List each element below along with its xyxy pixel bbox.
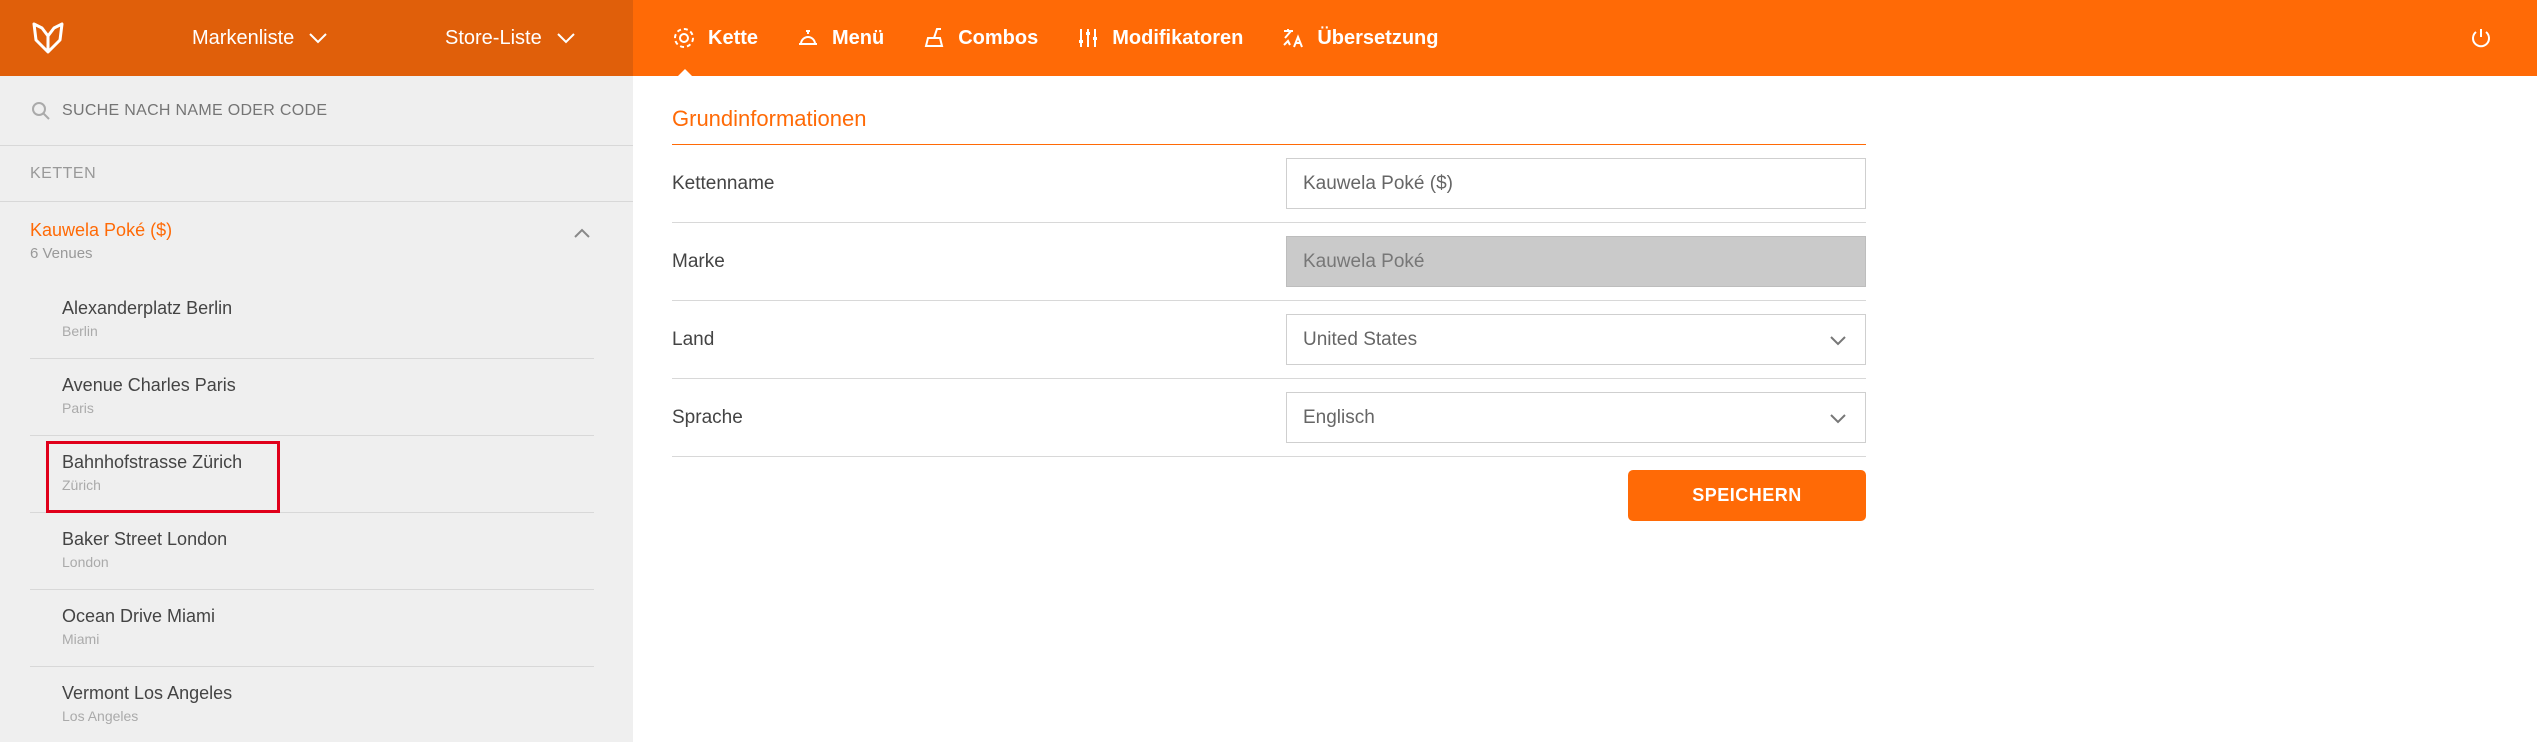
venue-list: Alexanderplatz Berlin Berlin Avenue Char… [0,282,633,742]
nav-item-kette[interactable]: Kette [672,0,758,76]
brand-list-dropdown[interactable]: Markenliste [192,0,328,76]
venue-name: Avenue Charles Paris [62,375,236,395]
venue-item[interactable]: Baker Street London London [30,513,594,590]
country-select[interactable]: United States [1286,314,1866,365]
nav-item-label: Kette [708,26,759,49]
power-icon[interactable] [2469,26,2493,50]
gear-icon [674,28,694,48]
brand-input: Kauwela Poké [1286,236,1866,287]
venue-name: Alexanderplatz Berlin [62,298,233,318]
venue-name: Vermont Los Angeles [62,683,233,703]
store-list-dropdown[interactable]: Store-Liste [445,0,576,76]
nav-item-label: Combos [958,26,1039,49]
nav-item-menu[interactable]: Menü [796,0,884,76]
save-button[interactable]: SPEICHERN [1628,470,1866,521]
language-value: Englisch [1303,406,1375,428]
logo-icon[interactable] [30,20,66,56]
chevron-down-icon [1830,336,1846,346]
nav-item-combos[interactable]: Combos [922,0,1038,76]
form-actions: SPEICHERN [672,470,1866,521]
chevron-down-icon [557,33,575,44]
brand-label: Marke [672,250,725,272]
chain-name-label: Kettenname [672,172,775,194]
form-row-brand: Marke Kauwela Poké [672,223,1866,301]
translate-icon [1283,29,1304,48]
main-nav: Kette Menü Combos Modifikatoren Übersetz… [672,0,1476,76]
chain-name-input[interactable]: Kauwela Poké ($) [1286,158,1866,209]
search-icon [32,101,50,120]
form-row-chain-name: Kettenname Kauwela Poké ($) [672,145,1866,223]
search-bar [0,76,633,146]
venue-item[interactable]: Ocean Drive Miami Miami [30,590,594,667]
chain-name-value: Kauwela Poké ($) [1303,172,1453,194]
cloche-icon [799,30,818,45]
chains-section-label: KETTEN [0,146,633,202]
chain-venue-count: 6 Venues [30,245,93,262]
section-title: Grundinformationen [672,106,1866,145]
sidebar: KETTEN Kauwela Poké ($) 6 Venues Alexand… [0,76,633,742]
nav-item-label: Modifikatoren [1112,26,1244,49]
venue-item[interactable]: Alexanderplatz Berlin Berlin [30,282,594,359]
sliders-icon [1079,29,1098,47]
form-row-language: Sprache Englisch [672,379,1866,457]
language-select[interactable]: Englisch [1286,392,1866,443]
nav-item-label: Übersetzung [1317,26,1439,49]
venue-city: Berlin [62,323,98,339]
venue-city: London [62,554,109,570]
chevron-down-icon [309,33,327,44]
brand-value: Kauwela Poké [1303,250,1425,272]
venue-city: Zürich [62,477,101,493]
main-content: Grundinformationen Kettenname Kauwela Po… [672,76,1866,521]
top-bar-right: Kette Menü Combos Modifikatoren Übersetz… [633,0,2537,76]
nav-item-modifikatoren[interactable]: Modifikatoren [1076,0,1243,76]
store-list-label: Store-Liste [445,26,542,49]
venue-name: Ocean Drive Miami [62,606,216,626]
venue-city: Los Angeles [62,708,139,724]
venue-item-highlighted[interactable]: Bahnhofstrasse Zürich Zürich [30,436,594,513]
venue-name: Bahnhofstrasse Zürich [62,452,243,472]
venue-item[interactable]: Vermont Los Angeles Los Angeles [30,667,594,742]
brand-list-label: Markenliste [192,26,295,49]
top-bar: Markenliste Store-Liste Kette Menü Combo… [0,0,2537,76]
country-value: United States [1303,328,1418,350]
drink-icon [924,28,944,47]
search-input[interactable] [62,101,562,120]
chevron-up-icon[interactable] [573,228,591,239]
language-label: Sprache [672,406,743,428]
venue-city: Miami [62,631,100,647]
venue-city: Paris [62,400,94,416]
venue-item[interactable]: Avenue Charles Paris Paris [30,359,594,436]
chain-name: Kauwela Poké ($) [30,220,173,240]
top-bar-left: Markenliste Store-Liste [0,0,633,76]
chain-header[interactable]: Kauwela Poké ($) 6 Venues [0,202,633,282]
nav-item-label: Menü [832,26,885,49]
country-label: Land [672,328,715,350]
form-row-country: Land United States [672,301,1866,379]
chevron-down-icon [1830,414,1846,424]
venue-name: Baker Street London [62,529,228,549]
nav-item-uebersetzung[interactable]: Übersetzung [1281,0,1438,76]
